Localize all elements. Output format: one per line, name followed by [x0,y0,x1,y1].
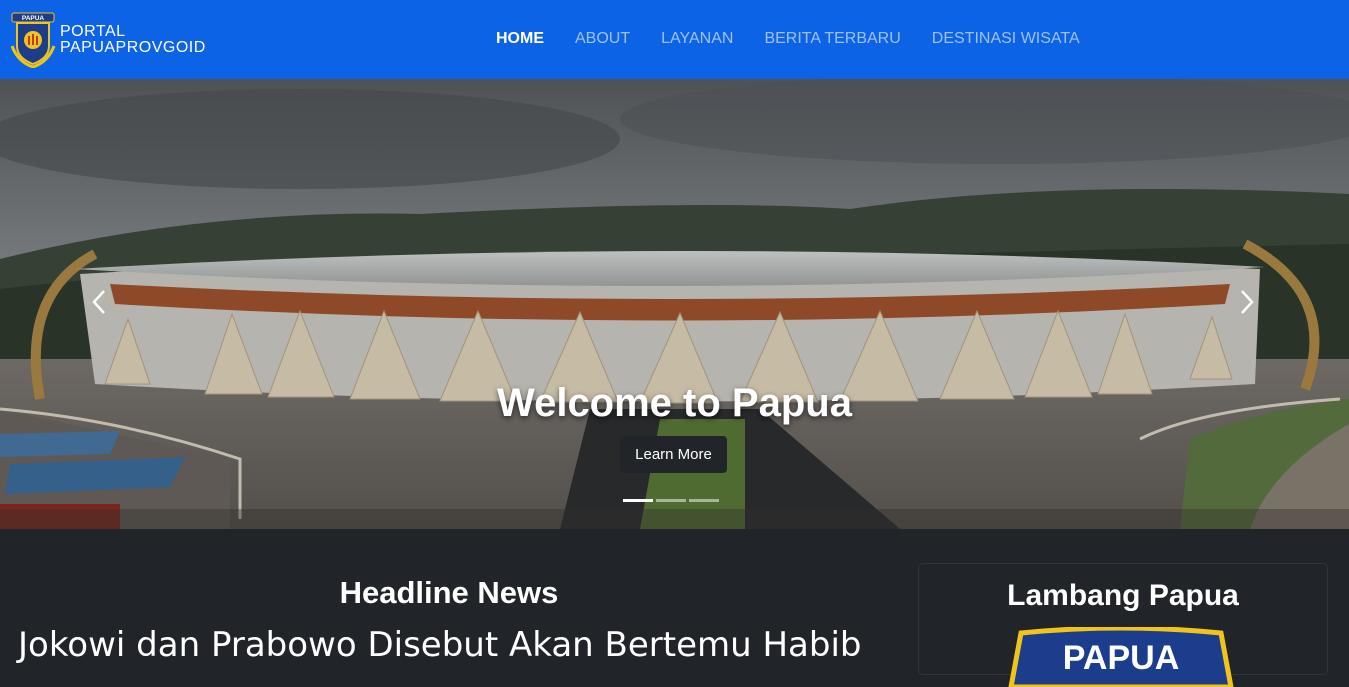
carousel-prev-icon[interactable] [85,287,115,317]
nav-berita-terbaru[interactable]: BERITA TERBARU [764,30,900,48]
hero-carousel: Welcome to Papua Learn More [0,79,1349,529]
main-nav: HOME ABOUT LAYANAN BERITA TERBARU DESTIN… [496,30,1111,48]
carousel-indicators [623,499,722,502]
nav-destinasi-wisata[interactable]: DESTINASI WISATA [932,30,1080,48]
papua-logo: PAPUA [10,12,56,68]
brand-line2: PAPUAPROVGOID [60,39,206,56]
brand[interactable]: PAPUA PORTAL PAPUAPROVGOID [10,12,206,68]
papua-emblem: PAPUA [1008,627,1234,687]
navbar: PAPUA PORTAL PAPUAPROVGOID HOME ABOUT LA… [0,0,1349,79]
carousel-next-icon[interactable] [1231,287,1261,317]
svg-text:PAPUA: PAPUA [1063,639,1180,677]
nav-home[interactable]: HOME [496,30,544,48]
carousel-indicator-1[interactable] [623,499,653,502]
learn-more-button[interactable]: Learn More [620,436,727,473]
hero-title: Welcome to Papua [497,381,852,425]
headline-title: Headline News [339,575,559,610]
nav-layanan[interactable]: LAYANAN [661,30,733,48]
nav-about[interactable]: ABOUT [575,30,630,48]
carousel-indicator-2[interactable] [656,499,686,502]
brand-line1: PORTAL [60,23,126,40]
carousel-indicator-3[interactable] [689,499,719,502]
headline-news-text[interactable]: Jokowi dan Prabowo Disebut Akan Bertemu … [18,625,862,665]
lambang-title: Lambang Papua [1007,579,1239,612]
svg-text:PAPUA: PAPUA [22,15,45,22]
lambang-card: Lambang Papua PAPUA [918,563,1328,687]
